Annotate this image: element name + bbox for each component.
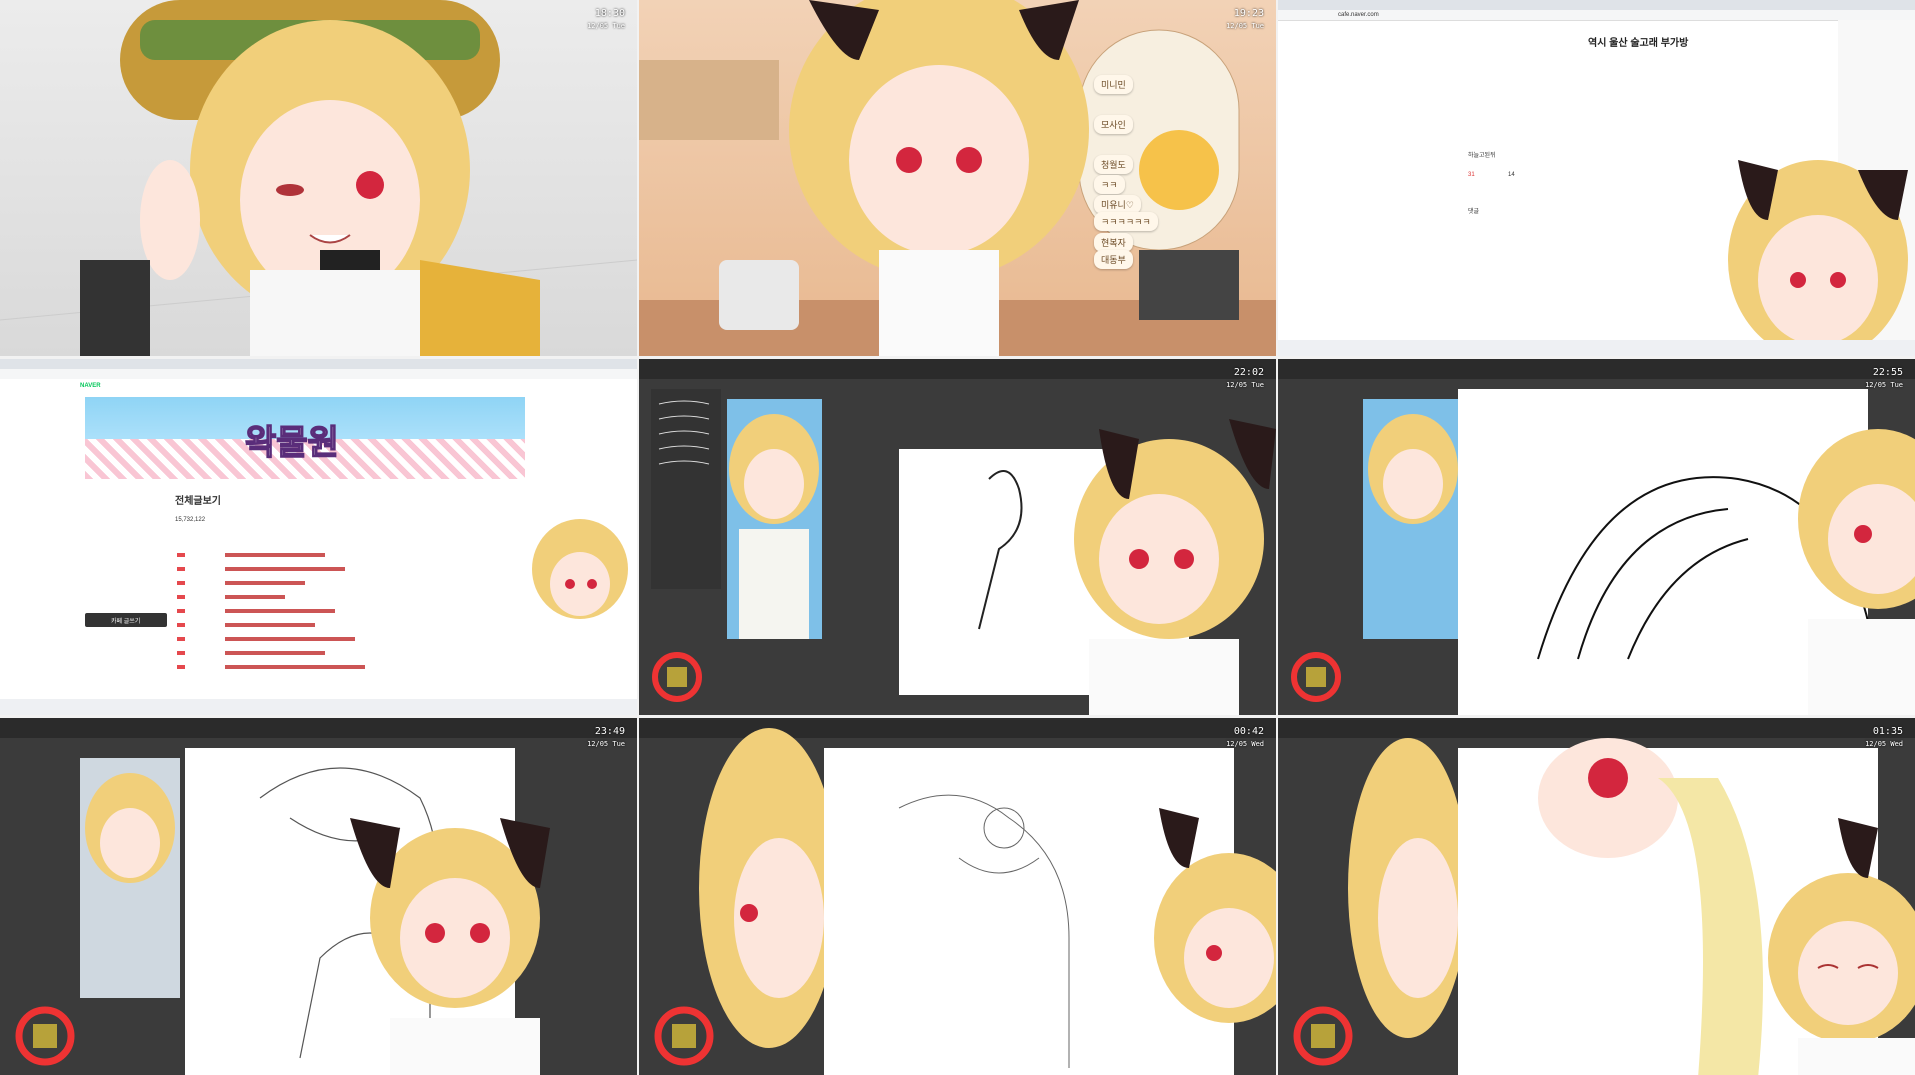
stream-clock: 22:55 12/05 Tue — [1865, 367, 1903, 389]
chat-bubble: ㅋㅋ — [1094, 175, 1125, 194]
tile-cafe-post: cafe.naver.com 역시 울산 술고래 부가방 하늘고된뒤 31 14… — [1278, 0, 1915, 356]
chat-bubble: 모사인 — [1094, 115, 1133, 134]
post-list — [0, 519, 637, 715]
chat-bubble: 대동부 — [1094, 250, 1133, 269]
chat-bubble: 청월도 — [1094, 155, 1133, 174]
stream-clock: 19:23 12/05 Tue — [1226, 8, 1264, 30]
stream-clock: 22:02 12/05 Tue — [1226, 367, 1264, 389]
stream-clock: 01:35 12/05 Wed — [1865, 726, 1903, 748]
avatar-illustration — [0, 0, 637, 356]
collage-grid: 18:30 12/05 Tue 미니민 모사인 청월도 ㅋㅋ 미유니♡ ㅋㅋㅋㅋㅋ… — [0, 0, 1915, 1075]
clip-studio-workspace — [1278, 718, 1915, 1075]
tile-drawing-hair: 22:55 12/05 Tue — [1278, 359, 1915, 715]
tile-cozy-room: 미니민 모사인 청월도 ㅋㅋ 미유니♡ ㅋㅋㅋㅋㅋㅋ 현복자 대동부 19:23… — [639, 0, 1276, 356]
stream-clock: 00:42 12/05 Wed — [1226, 726, 1264, 748]
stream-clock: 23:49 12/05 Tue — [587, 726, 625, 748]
tile-coloring: 01:35 12/05 Wed — [1278, 718, 1915, 1075]
tile-lineart-1: 23:49 12/05 Tue — [0, 718, 637, 1075]
tile-vtuber-wave: 18:30 12/05 Tue — [0, 0, 637, 356]
clip-studio-workspace — [639, 359, 1276, 715]
chat-bubble: ㅋㅋㅋㅋㅋㅋ — [1094, 212, 1158, 231]
room-scene — [639, 0, 1276, 356]
avatar-overlay — [1278, 20, 1915, 356]
clip-studio-workspace — [1278, 359, 1915, 715]
clip-studio-workspace — [0, 718, 637, 1075]
tile-cafe-board: NAVER 왁물원 전체글보기 15,732,122 카페 글쓰기 — [0, 359, 637, 715]
clip-studio-workspace — [639, 718, 1276, 1075]
tile-drawing-sketch: 22:02 12/05 Tue — [639, 359, 1276, 715]
stream-clock: 18:30 12/05 Tue — [587, 8, 625, 30]
chat-bubble: 미니민 — [1094, 75, 1133, 94]
tile-lineart-2: 00:42 12/05 Wed — [639, 718, 1276, 1075]
